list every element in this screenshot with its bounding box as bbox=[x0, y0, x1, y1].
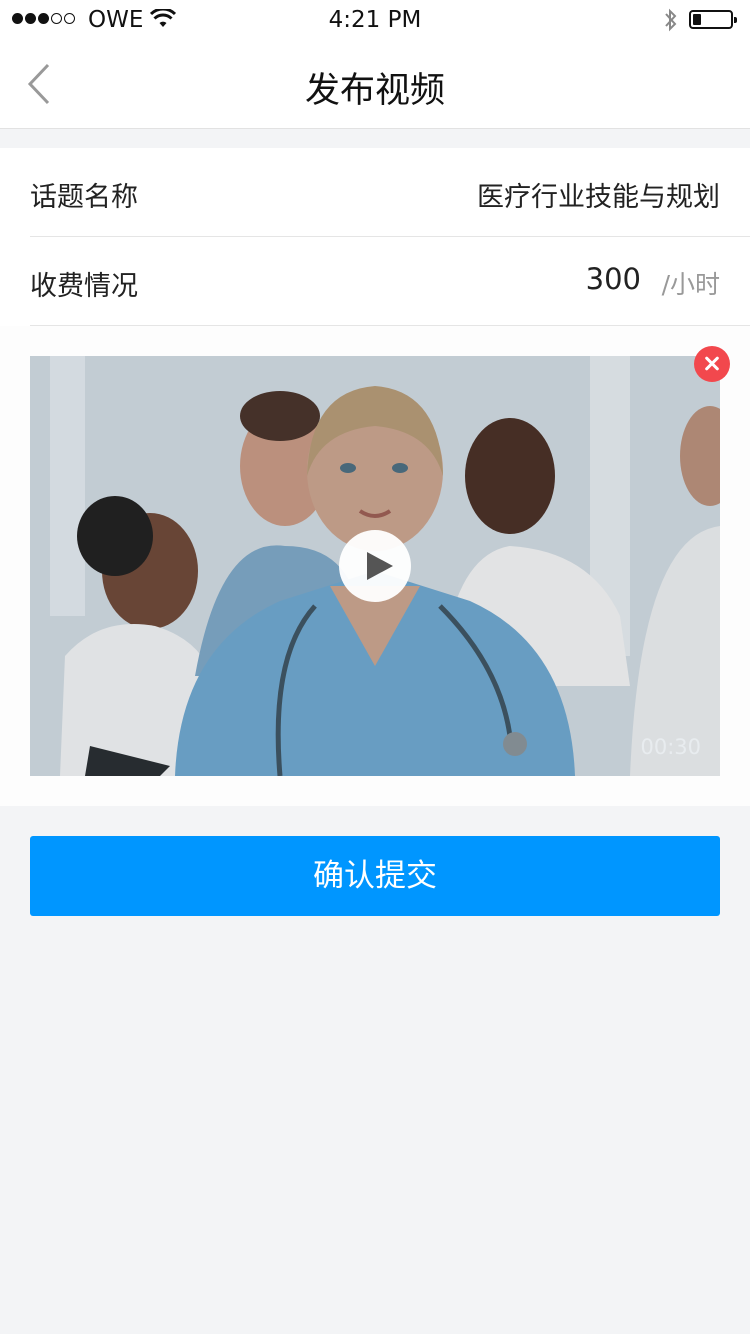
battery-icon bbox=[689, 10, 737, 29]
play-button[interactable] bbox=[339, 530, 411, 602]
video-duration: 00:30 bbox=[640, 735, 701, 759]
topic-label: 话题名称 bbox=[30, 182, 138, 213]
topic-row[interactable]: 话题名称 医疗行业技能与规划 bbox=[30, 148, 750, 237]
play-icon bbox=[367, 552, 393, 580]
fee-row[interactable]: 收费情况 300 /小时 bbox=[30, 237, 750, 326]
fee-label: 收费情况 bbox=[30, 271, 138, 302]
fee-value: 300 bbox=[585, 262, 641, 296]
bluetooth-icon bbox=[665, 8, 677, 32]
submit-button[interactable]: 确认提交 bbox=[30, 836, 720, 916]
topic-value: 医疗行业技能与规划 bbox=[477, 182, 720, 213]
video-section: 00:30 bbox=[0, 326, 750, 806]
remove-video-button[interactable] bbox=[694, 346, 730, 382]
fee-unit: /小时 bbox=[661, 270, 720, 299]
navigation-bar: 发布视频 bbox=[0, 40, 750, 129]
form-card: 话题名称 医疗行业技能与规划 收费情况 300 /小时 bbox=[0, 148, 750, 326]
status-bar: OWE 4:21 PM bbox=[0, 0, 750, 40]
page-title: 发布视频 bbox=[304, 71, 445, 111]
status-time: 4:21 PM bbox=[328, 7, 422, 33]
video-thumbnail[interactable]: 00:30 bbox=[30, 356, 720, 776]
